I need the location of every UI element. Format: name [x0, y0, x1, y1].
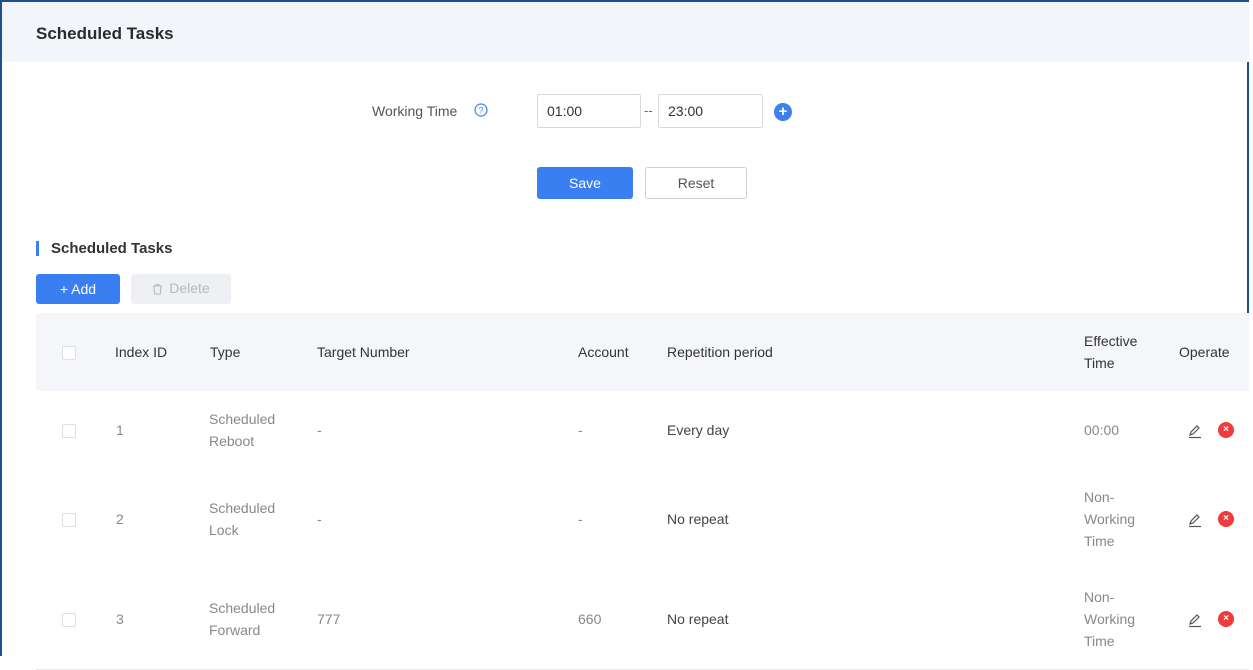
- select-all-checkbox[interactable]: [62, 346, 76, 360]
- row-checkbox[interactable]: [62, 424, 76, 438]
- cell-index-id: 2: [116, 511, 124, 527]
- delete-row-icon[interactable]: ×: [1218, 611, 1234, 627]
- cell-type: Scheduled Forward: [209, 600, 276, 638]
- save-button[interactable]: Save: [537, 167, 633, 199]
- cell-repetition-period: No repeat: [667, 611, 729, 627]
- cell-repetition-period: No repeat: [667, 511, 729, 527]
- page-title: Scheduled Tasks: [36, 24, 174, 43]
- delete-label: Delete: [169, 280, 210, 296]
- delete-button[interactable]: Delete: [131, 274, 231, 304]
- table-row[interactable]: 3 Scheduled Forward 777 660 No repeat No…: [36, 569, 1249, 670]
- cell-effective-time: 00:00: [1084, 422, 1120, 438]
- time-separator: --: [644, 103, 653, 118]
- cell-type: Scheduled Lock: [209, 500, 276, 538]
- cell-target-number: -: [317, 511, 322, 527]
- header-target-number: Target Number: [317, 344, 410, 360]
- cell-effective-time: Non-Working Time: [1084, 589, 1136, 649]
- header-effective-time: Effective Time: [1084, 333, 1138, 371]
- table-row[interactable]: 1 Scheduled Reboot - - Every day 00:00 ×: [36, 391, 1249, 470]
- edit-icon[interactable]: [1187, 512, 1203, 528]
- cell-account: 660: [578, 611, 602, 627]
- header-account: Account: [578, 344, 629, 360]
- delete-row-icon[interactable]: ×: [1218, 511, 1234, 527]
- working-time-start-input[interactable]: [537, 94, 641, 128]
- header-type: Type: [210, 344, 241, 360]
- header-repetition-period: Repetition period: [667, 344, 773, 360]
- delete-row-icon[interactable]: ×: [1218, 422, 1234, 438]
- row-checkbox[interactable]: [62, 613, 76, 627]
- cell-account: -: [578, 511, 583, 527]
- header-operate: Operate: [1179, 344, 1230, 360]
- add-button[interactable]: + Add: [36, 274, 120, 304]
- header-index-id: Index ID: [115, 344, 168, 360]
- cell-target-number: -: [317, 422, 322, 438]
- trash-icon: [152, 282, 163, 298]
- edit-icon[interactable]: [1187, 423, 1203, 439]
- page-header: Scheduled Tasks: [2, 2, 1249, 62]
- row-checkbox[interactable]: [62, 513, 76, 527]
- edit-icon[interactable]: [1187, 612, 1203, 628]
- table-header: Index ID Type Target Number Account Repe…: [36, 313, 1249, 391]
- question-circle-icon[interactable]: ?: [474, 103, 488, 117]
- working-time-end-input[interactable]: [658, 94, 763, 128]
- cell-repetition-period: Every day: [667, 422, 730, 438]
- working-time-label: Working Time: [372, 103, 458, 119]
- cell-account: -: [578, 422, 583, 438]
- svg-text:?: ?: [478, 106, 483, 116]
- section-title: Scheduled Tasks: [51, 240, 173, 257]
- table-row[interactable]: 2 Scheduled Lock - - No repeat Non-Worki…: [36, 469, 1249, 570]
- reset-button[interactable]: Reset: [645, 167, 747, 199]
- cell-target-number: 777: [317, 611, 341, 627]
- plus-circle-icon[interactable]: +: [774, 103, 792, 121]
- cell-index-id: 3: [116, 611, 124, 627]
- section-accent-bar: [36, 241, 39, 256]
- cell-effective-time: Non-Working Time: [1084, 489, 1136, 549]
- cell-index-id: 1: [116, 422, 124, 438]
- cell-type: Scheduled Reboot: [209, 411, 276, 449]
